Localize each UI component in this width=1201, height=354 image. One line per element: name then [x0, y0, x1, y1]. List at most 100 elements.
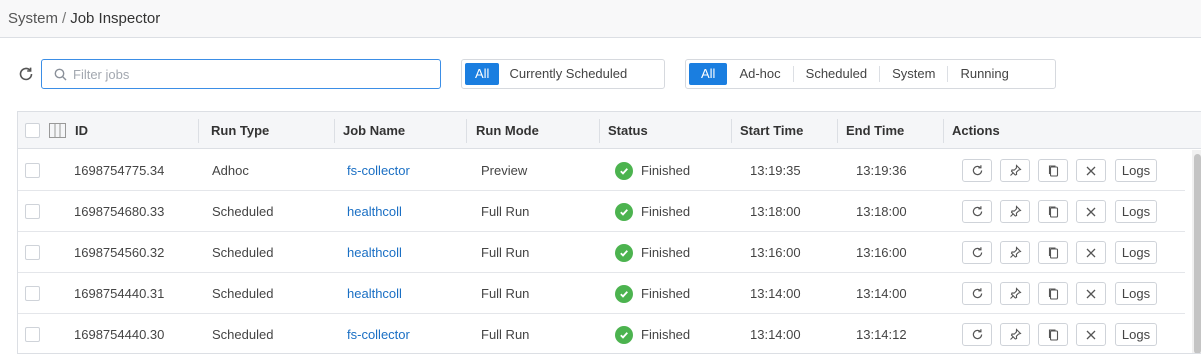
vertical-scrollbar[interactable]: [1192, 150, 1201, 353]
column-divider: [198, 119, 199, 143]
row-job-name-link[interactable]: healthcoll: [347, 191, 402, 232]
cancel-button[interactable]: [1076, 282, 1106, 305]
rerun-icon: [972, 206, 982, 217]
pin-button[interactable]: [1000, 200, 1030, 223]
column-header-id[interactable]: ID: [75, 112, 88, 149]
search-field[interactable]: [41, 59, 441, 89]
table-row[interactable]: 1698754680.33 Scheduled healthcoll Full …: [18, 191, 1185, 232]
breadcrumb-root[interactable]: System: [8, 10, 58, 27]
rerun-icon: [972, 165, 982, 176]
row-job-name-link[interactable]: healthcoll: [347, 273, 402, 314]
copy-icon: [1048, 247, 1058, 259]
type-filter-scheduled[interactable]: Scheduled: [794, 63, 879, 85]
row-id: 1698754440.30: [74, 327, 165, 342]
column-header-end-time[interactable]: End Time: [846, 112, 904, 149]
row-checkbox[interactable]: [25, 245, 40, 260]
row-run-mode: Full Run: [481, 245, 530, 260]
cancel-button[interactable]: [1076, 159, 1106, 182]
logs-button[interactable]: Logs: [1115, 241, 1157, 264]
row-status: Finished: [615, 150, 690, 191]
row-run-type: Adhoc: [212, 163, 249, 178]
column-header-start-time[interactable]: Start Time: [740, 112, 803, 149]
copy-button[interactable]: [1038, 323, 1068, 346]
row-id: 1698754680.33: [74, 204, 165, 219]
refresh-icon[interactable]: [17, 65, 35, 83]
cancel-button[interactable]: [1076, 200, 1106, 223]
close-icon: [1086, 166, 1096, 175]
pin-button[interactable]: [1000, 282, 1030, 305]
row-id: 1698754775.34: [74, 163, 165, 178]
type-filter-running[interactable]: Running: [948, 63, 1020, 85]
row-checkbox[interactable]: [25, 286, 40, 301]
type-filter: All Ad-hoc Scheduled System Running: [685, 59, 1056, 89]
copy-icon: [1048, 329, 1058, 341]
breadcrumb: System / Job Inspector: [8, 10, 160, 27]
rerun-button[interactable]: [962, 323, 992, 346]
logs-button[interactable]: Logs: [1115, 200, 1157, 223]
column-divider: [837, 119, 838, 143]
check-circle-icon: [615, 243, 633, 262]
logs-button[interactable]: Logs: [1115, 282, 1157, 305]
column-header-run-type[interactable]: Run Type: [211, 112, 269, 149]
row-end-time: 13:14:12: [856, 327, 907, 342]
table-row[interactable]: 1698754440.30 Scheduled fs-collector Ful…: [18, 314, 1185, 353]
copy-button[interactable]: [1038, 282, 1068, 305]
row-status-label: Finished: [641, 245, 691, 260]
type-filter-adhoc[interactable]: Ad-hoc: [727, 63, 792, 85]
breadcrumb-separator: /: [62, 10, 67, 27]
top-bar: System / Job Inspector: [0, 0, 1201, 38]
row-job-name-link[interactable]: fs-collector: [347, 150, 410, 191]
rerun-button[interactable]: [962, 282, 992, 305]
column-divider: [466, 119, 467, 143]
column-header-run-mode[interactable]: Run Mode: [476, 112, 539, 149]
rerun-icon: [972, 247, 982, 258]
rerun-button[interactable]: [962, 159, 992, 182]
cancel-button[interactable]: [1076, 241, 1106, 264]
column-header-status[interactable]: Status: [608, 112, 648, 149]
pin-icon: [1009, 328, 1022, 340]
scrollbar-thumb[interactable]: [1194, 154, 1201, 353]
row-checkbox[interactable]: [25, 204, 40, 219]
column-header-job-name[interactable]: Job Name: [343, 112, 405, 149]
cancel-button[interactable]: [1076, 323, 1106, 346]
row-status-label: Finished: [641, 204, 691, 219]
column-divider: [943, 119, 944, 143]
pin-button[interactable]: [1000, 159, 1030, 182]
row-job-name-link[interactable]: fs-collector: [347, 314, 410, 353]
row-end-time: 13:19:36: [856, 163, 907, 178]
pin-button[interactable]: [1000, 323, 1030, 346]
rerun-icon: [972, 288, 982, 299]
column-divider: [731, 119, 732, 143]
check-circle-icon: [615, 284, 633, 303]
logs-button[interactable]: Logs: [1115, 159, 1157, 182]
table-row[interactable]: 1698754560.32 Scheduled healthcoll Full …: [18, 232, 1185, 273]
table-row[interactable]: 1698754440.31 Scheduled healthcoll Full …: [18, 273, 1185, 314]
copy-button[interactable]: [1038, 159, 1068, 182]
row-id: 1698754440.31: [74, 286, 165, 301]
columns-icon[interactable]: [49, 123, 66, 141]
table-row[interactable]: 1698754775.34 Adhoc fs-collector Preview…: [18, 150, 1185, 191]
row-run-mode: Full Run: [481, 286, 530, 301]
row-checkbox[interactable]: [25, 163, 40, 178]
select-all-checkbox[interactable]: [25, 123, 40, 138]
logs-button[interactable]: Logs: [1115, 323, 1157, 346]
check-circle-icon: [615, 325, 633, 344]
schedule-filter-currently-scheduled[interactable]: Currently Scheduled: [499, 63, 637, 85]
row-checkbox[interactable]: [25, 327, 40, 342]
search-input[interactable]: [73, 66, 413, 82]
schedule-filter-all[interactable]: All: [465, 63, 500, 85]
rerun-button[interactable]: [962, 241, 992, 264]
pin-icon: [1009, 246, 1022, 258]
copy-button[interactable]: [1038, 241, 1068, 264]
row-end-time: 13:14:00: [856, 286, 907, 301]
type-filter-system[interactable]: System: [880, 63, 947, 85]
rerun-button[interactable]: [962, 200, 992, 223]
row-job-name-link[interactable]: healthcoll: [347, 232, 402, 273]
copy-button[interactable]: [1038, 200, 1068, 223]
row-start-time: 13:14:00: [750, 286, 801, 301]
column-divider: [599, 119, 600, 143]
row-status: Finished: [615, 273, 690, 314]
search-icon: [54, 68, 67, 80]
type-filter-all[interactable]: All: [689, 63, 728, 85]
pin-button[interactable]: [1000, 241, 1030, 264]
